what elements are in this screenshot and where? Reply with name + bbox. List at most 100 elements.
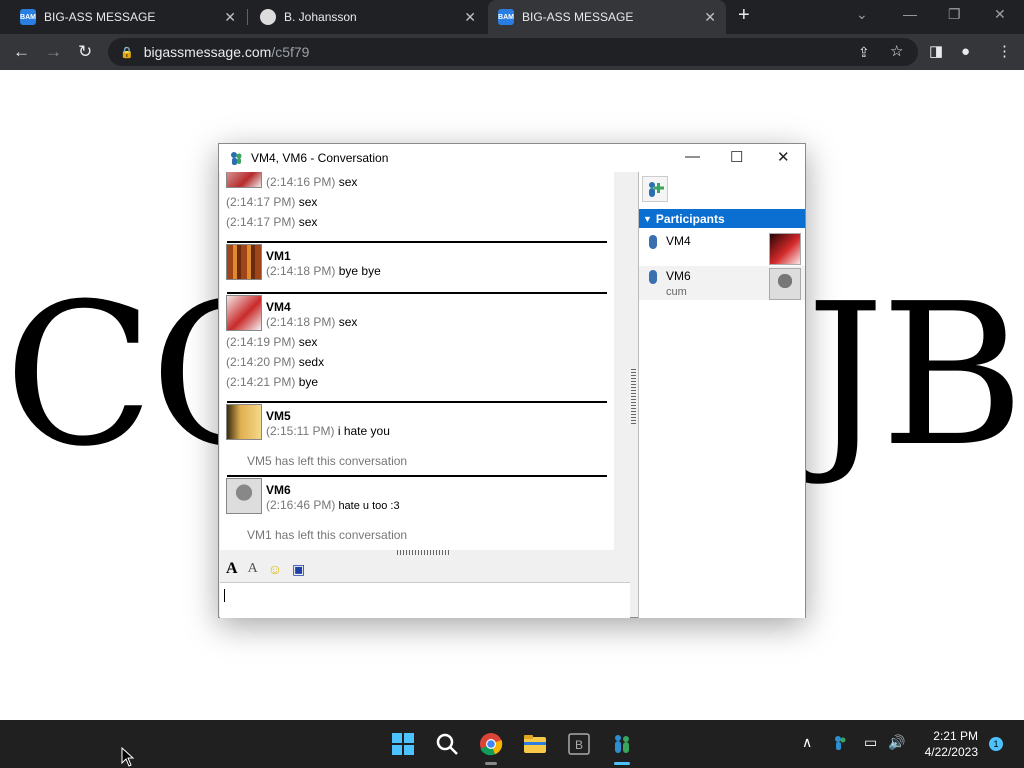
emoticon-icon[interactable]: ☺ bbox=[268, 561, 282, 577]
bookmark-star-icon[interactable]: ☆ bbox=[890, 42, 903, 62]
participant-name: VM6 bbox=[666, 269, 691, 283]
side-panel-icon[interactable]: ◨ bbox=[929, 42, 943, 62]
sender-name: VM5 bbox=[266, 409, 291, 423]
horizontal-splitter[interactable] bbox=[397, 550, 451, 555]
avatar bbox=[226, 244, 262, 280]
new-tab-button[interactable]: + bbox=[738, 4, 750, 27]
browser-toolbar: ← → ↻ 🔒 bigassmessage.com/c5f79 ⇪ ☆ ◨ ● … bbox=[0, 34, 1024, 70]
bam-favicon-icon: BAM bbox=[20, 9, 36, 25]
close-icon[interactable]: ✕ bbox=[704, 9, 716, 26]
reload-icon[interactable]: ↻ bbox=[78, 42, 92, 62]
page-big-text-right: JB bbox=[806, 262, 1024, 490]
participants-pane: ▼ Participants VM4 VM6 cum bbox=[638, 172, 805, 618]
messenger-icon[interactable] bbox=[610, 732, 634, 756]
message-input[interactable] bbox=[220, 582, 630, 618]
active-indicator bbox=[614, 762, 630, 765]
close-icon[interactable]: ✕ bbox=[224, 9, 236, 26]
tab-johansson[interactable]: B. Johansson ✕ bbox=[248, 0, 486, 34]
chevron-up-icon[interactable]: ∧ bbox=[802, 734, 812, 751]
forward-icon[interactable]: → bbox=[45, 42, 62, 62]
search-icon[interactable] bbox=[435, 732, 459, 756]
share-icon[interactable]: ⇪ bbox=[858, 42, 870, 62]
window-titlebar: VM4, VM6 - Conversation — ☐ ✕ bbox=[219, 144, 805, 172]
clock-date: 4/22/2023 bbox=[924, 745, 978, 759]
app-b-icon[interactable]: B bbox=[567, 732, 591, 756]
menu-icon[interactable]: ⋮ bbox=[997, 42, 1012, 62]
user-icon bbox=[649, 270, 657, 284]
message-line: (2:16:46 PM) hate u too :3 bbox=[266, 498, 400, 512]
clock-time: 2:21 PM bbox=[933, 729, 978, 743]
message-line: (2:14:17 PM) sex bbox=[226, 195, 318, 209]
participant-row[interactable]: VM4 bbox=[639, 231, 805, 265]
sender-name: VM4 bbox=[266, 300, 291, 314]
tab-bam-active[interactable]: BAM BIG-ASS MESSAGE ✕ bbox=[488, 0, 726, 34]
volume-icon[interactable]: 🔊 bbox=[888, 734, 905, 751]
avatar bbox=[226, 478, 262, 514]
avatar bbox=[769, 268, 801, 300]
message-separator bbox=[227, 292, 607, 294]
message-line: (2:14:16 PM) sex bbox=[266, 175, 358, 189]
restore-icon[interactable]: ❐ bbox=[948, 6, 961, 23]
avatar bbox=[769, 233, 801, 265]
tab-bam-1[interactable]: BAM BIG-ASS MESSAGE ✕ bbox=[0, 0, 246, 34]
font-color-icon[interactable]: A bbox=[248, 561, 258, 577]
tab-search-icon[interactable]: ⌄ bbox=[856, 6, 868, 23]
maximize-icon[interactable]: ☐ bbox=[730, 148, 743, 166]
close-icon[interactable]: ✕ bbox=[777, 148, 790, 166]
save-icon[interactable]: ▣ bbox=[292, 561, 305, 578]
tab-title: BIG-ASS MESSAGE bbox=[44, 10, 156, 24]
format-toolbar: A A ☺ ▣ bbox=[220, 557, 630, 581]
network-icon[interactable]: ▭ bbox=[864, 734, 877, 751]
participant-name: VM4 bbox=[666, 234, 691, 248]
browser-tabbar: BAM BIG-ASS MESSAGE ✕ B. Johansson ✕ BAM… bbox=[0, 0, 1024, 34]
sender-name: VM6 bbox=[266, 483, 291, 497]
avatar bbox=[226, 172, 262, 188]
vertical-splitter[interactable] bbox=[631, 369, 636, 424]
back-icon[interactable]: ← bbox=[13, 42, 30, 62]
notification-badge[interactable]: 1 bbox=[989, 737, 1003, 751]
message-line: (2:14:19 PM) sex bbox=[226, 335, 318, 349]
window-title: VM4, VM6 - Conversation bbox=[251, 151, 389, 165]
chrome-icon[interactable] bbox=[479, 732, 503, 756]
windows-start-icon[interactable] bbox=[391, 732, 415, 756]
minimize-icon[interactable]: — bbox=[903, 6, 917, 22]
participants-header[interactable]: ▼ Participants bbox=[639, 209, 805, 228]
app-icon bbox=[231, 152, 242, 165]
lock-icon[interactable]: 🔒 bbox=[120, 46, 134, 59]
message-line: (2:14:21 PM) bye bbox=[226, 375, 319, 389]
message-separator bbox=[227, 241, 607, 243]
message-line: (2:14:18 PM) bye bye bbox=[266, 264, 381, 278]
message-line: (2:14:17 PM) sex bbox=[226, 215, 318, 229]
message-separator bbox=[227, 475, 607, 477]
sender-name: VM1 bbox=[266, 249, 291, 263]
avatar bbox=[226, 295, 262, 331]
close-icon[interactable]: ✕ bbox=[464, 9, 476, 26]
chat-history[interactable]: (2:14:16 PM) sex (2:14:17 PM) sex (2:14:… bbox=[220, 172, 614, 550]
participant-status: cum bbox=[666, 286, 687, 298]
message-separator bbox=[227, 401, 607, 403]
message-line: (2:14:20 PM) sedx bbox=[226, 355, 325, 369]
mouse-cursor-icon bbox=[121, 747, 135, 767]
url-text[interactable]: bigassmessage.com/c5f79 bbox=[144, 44, 310, 60]
tab-title: BIG-ASS MESSAGE bbox=[522, 10, 634, 24]
taskbar: B ∧ ▭ 🔊 2:21 PM 4/22/2023 1 bbox=[0, 720, 1024, 768]
address-bar[interactable]: 🔒 bigassmessage.com/c5f79 bbox=[108, 38, 918, 66]
message-line: (2:14:18 PM) sex bbox=[266, 315, 358, 329]
chevron-down-icon: ▼ bbox=[643, 213, 652, 224]
conversation-window: VM4, VM6 - Conversation — ☐ ✕ (2:14:16 P… bbox=[218, 143, 806, 618]
participant-row[interactable]: VM6 cum bbox=[639, 266, 805, 300]
font-icon[interactable]: A bbox=[226, 560, 238, 578]
profile-icon[interactable]: ● bbox=[961, 42, 970, 62]
clock[interactable]: 2:21 PM 4/22/2023 bbox=[912, 728, 978, 760]
svg-text:B: B bbox=[575, 738, 583, 752]
messenger-tray-icon[interactable] bbox=[833, 735, 847, 751]
tab-title: B. Johansson bbox=[284, 10, 357, 24]
close-window-icon[interactable]: ✕ bbox=[994, 6, 1006, 23]
message-line: (2:15:11 PM) i hate you bbox=[266, 424, 390, 438]
add-participant-button[interactable] bbox=[642, 176, 668, 202]
system-message: VM5 has left this conversation bbox=[247, 454, 408, 468]
minimize-icon[interactable]: — bbox=[685, 148, 700, 165]
system-message: VM1 has left this conversation bbox=[247, 528, 408, 542]
user-icon bbox=[649, 235, 657, 249]
file-explorer-icon[interactable] bbox=[523, 732, 547, 756]
